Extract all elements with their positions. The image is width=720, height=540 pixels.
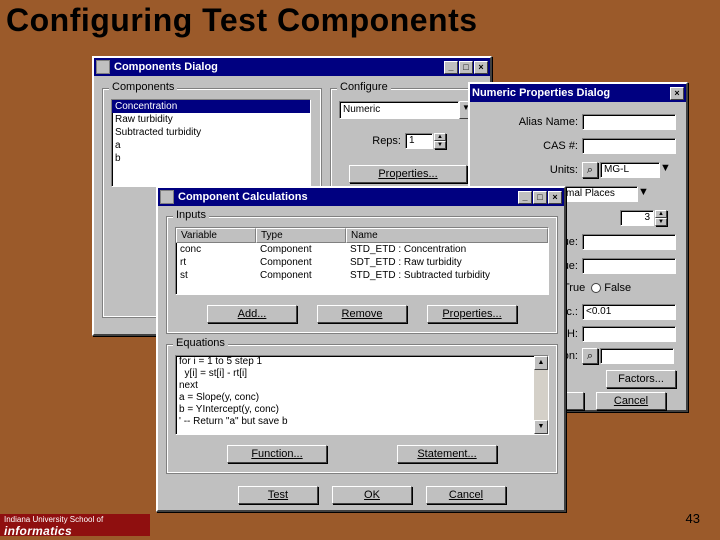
- radio-dot-icon: [591, 283, 601, 293]
- cell-variable: st: [176, 269, 256, 282]
- units-lookup-button[interactable]: ⌕: [582, 162, 598, 178]
- components-group-label: Components: [109, 81, 177, 93]
- inputs-listview[interactable]: Variable Type Name concComponentSTD_ETD …: [175, 227, 549, 295]
- test-button[interactable]: Test: [238, 486, 318, 504]
- close-button[interactable]: ×: [474, 61, 488, 74]
- components-dialog-title: Components Dialog: [114, 61, 218, 73]
- equations-textarea[interactable]: for i = 1 to 5 step 1 y[i] = st[i] - rt[…: [175, 355, 549, 435]
- mph-input[interactable]: [582, 326, 676, 342]
- chevron-down-icon[interactable]: ▼: [638, 186, 649, 202]
- alias-label: Alias Name:: [498, 116, 578, 128]
- eq-line: ' -- Return "a" but save b: [176, 416, 548, 428]
- factors-button[interactable]: Factors...: [606, 370, 676, 388]
- col-name[interactable]: Name: [346, 228, 548, 243]
- footer-logo: Indiana University School of informatics: [0, 514, 150, 536]
- cell-name: STD_ETD : Subtracted turbidity: [346, 269, 548, 282]
- eq-line: y[i] = st[i] - rt[i]: [176, 368, 548, 380]
- list-item[interactable]: Concentration: [112, 100, 310, 113]
- equations-groupbox: Equations for i = 1 to 5 step 1 y[i] = s…: [166, 344, 558, 474]
- table-row[interactable]: rtComponentSDT_ETD : Raw turbidity: [176, 256, 548, 269]
- units-label: Units:: [498, 164, 578, 176]
- titlebar-numeric[interactable]: Numeric Properties Dialog ×: [470, 84, 686, 102]
- list-item[interactable]: a: [112, 139, 310, 152]
- decplaces-num-input[interactable]: 3: [620, 210, 654, 226]
- configure-type-combo[interactable]: Numeric ▼: [339, 101, 477, 119]
- minimize-button[interactable]: _: [444, 61, 458, 74]
- eq-line: a = Slope(y, conc): [176, 392, 548, 404]
- radio-false-label: False: [604, 282, 631, 294]
- maximize-button[interactable]: □: [533, 191, 547, 204]
- col-type[interactable]: Type: [256, 228, 346, 243]
- vertical-scrollbar[interactable]: ▲ ▼: [534, 356, 548, 434]
- reps-spin-down[interactable]: ▼: [434, 141, 446, 149]
- maximize-button[interactable]: □: [459, 61, 473, 74]
- inputs-groupbox: Inputs Variable Type Name concComponentS…: [166, 216, 558, 334]
- decplaces-spin-up[interactable]: ▲: [655, 210, 667, 218]
- table-row[interactable]: concComponentSTD_ETD : Concentration: [176, 243, 548, 256]
- cell-variable: conc: [176, 243, 256, 256]
- properties-button[interactable]: Properties...: [349, 165, 467, 183]
- list-item[interactable]: Subtracted turbidity: [112, 126, 310, 139]
- inputs-properties-button[interactable]: Properties...: [427, 305, 517, 323]
- chevron-down-icon[interactable]: ▼: [660, 162, 671, 178]
- slide-title: Configuring Test Components: [6, 2, 478, 39]
- inflimit-false-radio[interactable]: False: [591, 282, 631, 294]
- minimize-button[interactable]: _: [518, 191, 532, 204]
- titlebar-calc[interactable]: Component Calculations _ □ ×: [158, 188, 564, 206]
- calc-lookup-button[interactable]: ⌕: [582, 348, 598, 364]
- configure-group-label: Configure: [337, 81, 391, 93]
- component-calculations-window[interactable]: Component Calculations _ □ × Inputs Vari…: [156, 186, 566, 512]
- cas-label: CAS #:: [498, 140, 578, 152]
- cancel-button[interactable]: Cancel: [426, 486, 506, 504]
- cell-type: Component: [256, 256, 346, 269]
- decplaces-spin-down[interactable]: ▼: [655, 218, 667, 226]
- titlebar-components[interactable]: Components Dialog _ □ ×: [94, 58, 490, 76]
- radio-true-label: True: [563, 282, 585, 294]
- alias-input[interactable]: [582, 114, 676, 130]
- cell-name: SDT_ETD : Raw turbidity: [346, 256, 548, 269]
- remove-button[interactable]: Remove: [317, 305, 407, 323]
- ok-button[interactable]: OK: [332, 486, 412, 504]
- cell-type: Component: [256, 243, 346, 256]
- col-variable[interactable]: Variable: [176, 228, 256, 243]
- add-button[interactable]: Add...: [207, 305, 297, 323]
- reps-input[interactable]: 1: [405, 133, 433, 149]
- close-button[interactable]: ×: [670, 87, 684, 100]
- value2-input[interactable]: [582, 258, 676, 274]
- eq-line: next: [176, 380, 548, 392]
- eq-line: b = YIntercept(y, conc): [176, 404, 548, 416]
- statement-button[interactable]: Statement...: [397, 445, 497, 463]
- cancel-button[interactable]: Cancel: [596, 392, 666, 410]
- list-item[interactable]: Raw turbidity: [112, 113, 310, 126]
- slide-page-number: 43: [686, 511, 700, 526]
- table-row[interactable]: stComponentSTD_ETD : Subtracted turbidit…: [176, 269, 548, 282]
- reps-label: Reps:: [361, 135, 401, 147]
- scroll-up-icon[interactable]: ▲: [534, 356, 548, 370]
- function-button[interactable]: Function...: [227, 445, 327, 463]
- reps-spin-up[interactable]: ▲: [434, 133, 446, 141]
- calc-input[interactable]: [600, 348, 674, 364]
- footer-line1: Indiana University School of: [4, 515, 146, 524]
- configure-type-value: Numeric: [339, 101, 459, 119]
- equations-group-label: Equations: [173, 337, 228, 349]
- list-item[interactable]: b: [112, 152, 310, 165]
- close-button[interactable]: ×: [548, 191, 562, 204]
- units-combo[interactable]: MG-L: [600, 162, 660, 178]
- cas-input[interactable]: [582, 138, 676, 154]
- inputs-group-label: Inputs: [173, 209, 209, 221]
- app-icon: [96, 60, 110, 74]
- calc-dialog-title: Component Calculations: [178, 191, 308, 203]
- components-listbox[interactable]: Concentration Raw turbidity Subtracted t…: [111, 99, 311, 187]
- numeric-dialog-title: Numeric Properties Dialog: [472, 87, 610, 99]
- footer-line2: informatics: [4, 524, 146, 538]
- column-headers: Variable Type Name: [176, 228, 548, 243]
- cell-type: Component: [256, 269, 346, 282]
- ampc-input[interactable]: <0.01: [582, 304, 676, 320]
- scroll-down-icon[interactable]: ▼: [534, 420, 548, 434]
- eq-line: for i = 1 to 5 step 1: [176, 356, 548, 368]
- app-icon: [160, 190, 174, 204]
- cell-name: STD_ETD : Concentration: [346, 243, 548, 256]
- cell-variable: rt: [176, 256, 256, 269]
- nvalue-input[interactable]: [582, 234, 676, 250]
